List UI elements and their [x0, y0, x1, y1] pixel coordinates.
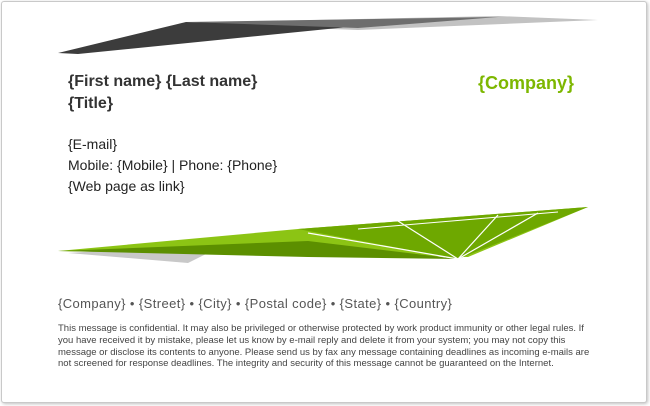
- company-name: {Company}: [477, 73, 574, 93]
- legal-disclaimer: This message is confidential. It may als…: [58, 323, 590, 370]
- email-link[interactable]: {E-mail}: [68, 136, 117, 152]
- green-decorative-banner: [58, 207, 588, 263]
- job-title: {Title}: [68, 95, 114, 112]
- phone-numbers: Mobile: {Mobile} | Phone: {Phone}: [68, 157, 278, 173]
- top-decorative-banner: [58, 16, 598, 54]
- signature-card: {First name} {Last name} {Title} {Compan…: [1, 1, 647, 403]
- top-banner-dark-shape: [58, 22, 358, 54]
- company-address: {Company} • {Street} • {City} • {Postal …: [58, 296, 453, 311]
- web-page-link[interactable]: {Web page as link}: [68, 178, 185, 194]
- full-name: {First name} {Last name}: [68, 73, 258, 90]
